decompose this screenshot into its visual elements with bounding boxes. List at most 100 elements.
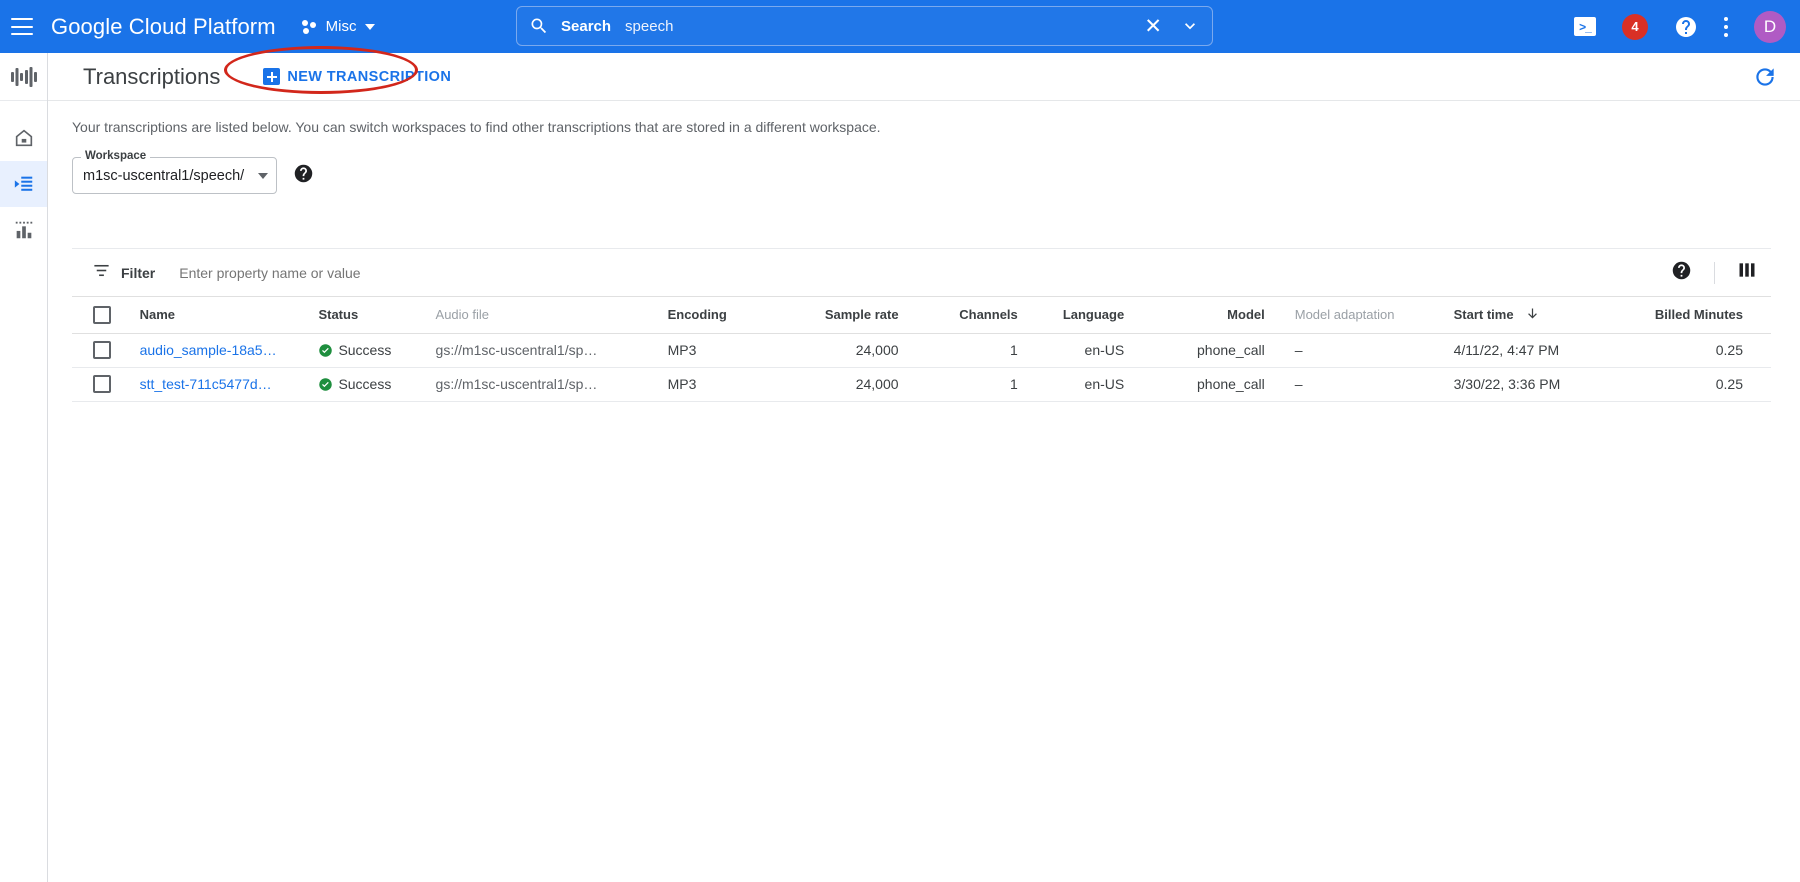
cell-language: en-US	[1025, 333, 1133, 368]
project-dots-icon	[301, 19, 318, 35]
left-rail	[0, 53, 48, 882]
page-header: Transcriptions NEW TRANSCRIPTION	[48, 53, 1800, 101]
notifications-badge[interactable]: 4	[1622, 13, 1648, 40]
cell-model: phone_call	[1132, 367, 1273, 402]
search-bar[interactable]: Search speech ✕	[516, 6, 1213, 46]
column-display-icon[interactable]	[1737, 260, 1757, 285]
cell-status: Success	[310, 367, 428, 402]
select-all-checkbox[interactable]	[92, 305, 111, 324]
select-all-header	[72, 297, 132, 334]
cell-status: Success	[310, 333, 428, 368]
workspace-legend: Workspace	[81, 150, 151, 162]
column-header-billed-minutes[interactable]: Billed Minutes	[1621, 297, 1771, 334]
table-help-icon[interactable]	[1671, 260, 1692, 286]
toolbar-divider	[1714, 261, 1715, 284]
column-header-model[interactable]: Model	[1132, 297, 1273, 334]
workspace-selector-group: Workspace m1sc-uscentral1/speech/	[72, 150, 314, 194]
home-icon	[15, 129, 32, 147]
sidebar-item-analytics[interactable]	[0, 207, 47, 253]
check-circle-icon	[319, 343, 333, 357]
plus-square-icon	[263, 68, 281, 85]
help-circle-icon[interactable]	[1674, 15, 1698, 39]
column-header-sample-rate[interactable]: Sample rate	[780, 297, 907, 334]
cell-channels: 1	[906, 367, 1026, 402]
cell-model-adaptation: –	[1272, 367, 1420, 402]
transcriptions-list-icon	[14, 176, 32, 191]
column-header-encoding[interactable]: Encoding	[659, 297, 781, 334]
avatar[interactable]: D	[1754, 10, 1786, 43]
cell-sample-rate: 24,000	[780, 333, 907, 368]
workspace-help-icon[interactable]	[293, 163, 314, 189]
transcription-link[interactable]: stt_test-711c5477d…	[140, 376, 272, 392]
filter-bar: Filter	[72, 249, 1771, 297]
cell-sample-rate: 24,000	[780, 367, 907, 402]
cell-name: stt_test-711c5477d…	[131, 367, 311, 402]
filter-icon[interactable]	[92, 261, 111, 285]
chevron-down-icon	[364, 23, 375, 30]
table-header-row: Name Status Audio file Encoding Sample r…	[72, 297, 1771, 334]
brand-title: Google Cloud Platform	[51, 13, 276, 39]
sidebar-item-transcriptions[interactable]	[0, 161, 47, 207]
cell-start-time: 3/30/22, 3:36 PM	[1419, 367, 1622, 402]
table-row[interactable]: stt_test-711c5477d… Success gs://m1sc-us…	[72, 367, 1771, 402]
transcriptions-table: Name Status Audio file Encoding Sample r…	[72, 297, 1771, 402]
row-select-cell	[72, 367, 132, 402]
chevron-down-icon	[258, 172, 268, 179]
cell-audio-file: gs://m1sc-uscentral1/sp…	[427, 333, 660, 368]
bar-chart-icon	[15, 221, 32, 239]
new-transcription-button[interactable]: NEW TRANSCRIPTION	[253, 59, 463, 95]
column-header-channels[interactable]: Channels	[906, 297, 1026, 334]
column-header-language[interactable]: Language	[1025, 297, 1133, 334]
search-icon	[531, 18, 547, 34]
check-circle-icon	[319, 377, 333, 391]
cell-billed-minutes: 0.25	[1621, 367, 1771, 402]
status-label: Success	[338, 342, 392, 358]
transcriptions-table-card: Filter Name Status Audio file En	[72, 248, 1771, 402]
row-checkbox[interactable]	[92, 375, 111, 394]
cell-model: phone_call	[1132, 333, 1273, 368]
filter-label: Filter	[121, 264, 156, 281]
cloud-shell-terminal-icon[interactable]: >_	[1574, 17, 1596, 36]
close-icon[interactable]: ✕	[1144, 16, 1162, 37]
workspace-select[interactable]: Workspace m1sc-uscentral1/speech/	[72, 150, 277, 194]
cell-billed-minutes: 0.25	[1621, 333, 1771, 368]
top-bar-actions: >_ 4 D	[1574, 0, 1786, 53]
refresh-icon[interactable]	[1752, 64, 1778, 95]
search-label: Search	[561, 17, 612, 35]
column-header-status[interactable]: Status	[310, 297, 428, 334]
column-header-start-time-label: Start time	[1453, 306, 1514, 322]
cell-channels: 1	[906, 333, 1026, 368]
page-title: Transcriptions	[83, 63, 221, 89]
new-transcription-label: NEW TRANSCRIPTION	[287, 68, 452, 85]
row-checkbox[interactable]	[92, 341, 111, 360]
column-header-model-adaptation[interactable]: Model adaptation	[1272, 297, 1420, 334]
cell-name: audio_sample-18a5…	[131, 333, 311, 368]
cell-audio-file: gs://m1sc-uscentral1/sp…	[427, 367, 660, 402]
status-label: Success	[338, 376, 392, 392]
filter-input[interactable]	[179, 264, 1671, 281]
cell-language: en-US	[1025, 367, 1133, 402]
cell-encoding: MP3	[659, 367, 781, 402]
audio-waveform-icon	[0, 53, 47, 101]
hamburger-menu-icon[interactable]	[11, 18, 33, 35]
search-input[interactable]: speech	[625, 18, 1144, 35]
column-header-start-time[interactable]: Start time	[1419, 297, 1622, 334]
project-name: Misc	[325, 18, 357, 35]
sidebar-item-home[interactable]	[0, 115, 47, 161]
page-description: Your transcriptions are listed below. Yo…	[72, 119, 881, 135]
row-select-cell	[72, 333, 132, 368]
transcription-link[interactable]: audio_sample-18a5…	[140, 342, 277, 358]
table-row[interactable]: audio_sample-18a5… Success gs://m1sc-usc…	[72, 333, 1771, 368]
workspace-value: m1sc-uscentral1/speech/	[83, 167, 245, 184]
table-body: audio_sample-18a5… Success gs://m1sc-usc…	[72, 333, 1771, 402]
project-selector[interactable]: Misc	[301, 18, 375, 35]
top-navigation-bar: Google Cloud Platform Misc Search speech…	[0, 0, 1800, 53]
column-header-name[interactable]: Name	[131, 297, 311, 334]
cell-start-time: 4/11/22, 4:47 PM	[1419, 333, 1622, 368]
cell-encoding: MP3	[659, 333, 781, 368]
kebab-menu-icon[interactable]	[1724, 16, 1728, 37]
chevron-down-icon[interactable]	[1180, 16, 1200, 36]
cell-model-adaptation: –	[1272, 333, 1420, 368]
arrow-down-icon	[1525, 306, 1540, 324]
column-header-audio-file[interactable]: Audio file	[427, 297, 660, 334]
